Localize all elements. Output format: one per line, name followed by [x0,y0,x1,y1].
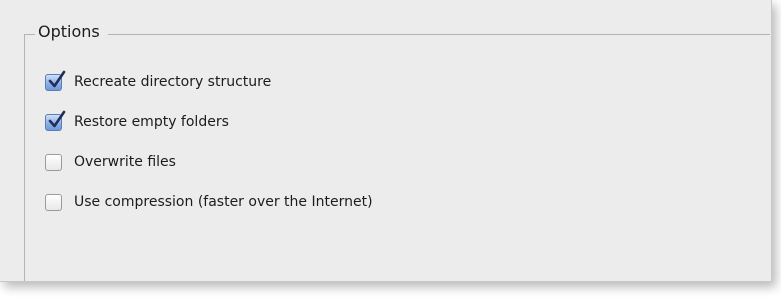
option-restore-empty-folders[interactable]: Restore empty folders [45,102,373,142]
recreate-directory-structure-label: Recreate directory structure [74,74,272,90]
use-compression-label: Use compression (faster over the Interne… [74,194,373,210]
overwrite-files-label: Overwrite files [74,154,176,170]
checkmark-icon [48,70,66,87]
options-list: Recreate directory structure Restore emp… [45,62,373,222]
recreate-directory-structure-checkbox[interactable] [45,70,66,91]
use-compression-checkbox[interactable] [45,193,62,211]
option-use-compression[interactable]: Use compression (faster over the Interne… [45,182,373,222]
restore-empty-folders-checkbox[interactable] [45,110,66,131]
options-dialog: Options Recreate directory structure Res… [0,0,772,282]
option-recreate-directory-structure[interactable]: Recreate directory structure [45,62,373,102]
options-group: Options Recreate directory structure Res… [24,22,770,281]
restore-empty-folders-label: Restore empty folders [74,114,229,130]
checkmark-icon [48,110,66,127]
overwrite-files-checkbox[interactable] [45,153,62,171]
option-overwrite-files[interactable]: Overwrite files [45,142,373,182]
options-group-title: Options [35,22,108,42]
